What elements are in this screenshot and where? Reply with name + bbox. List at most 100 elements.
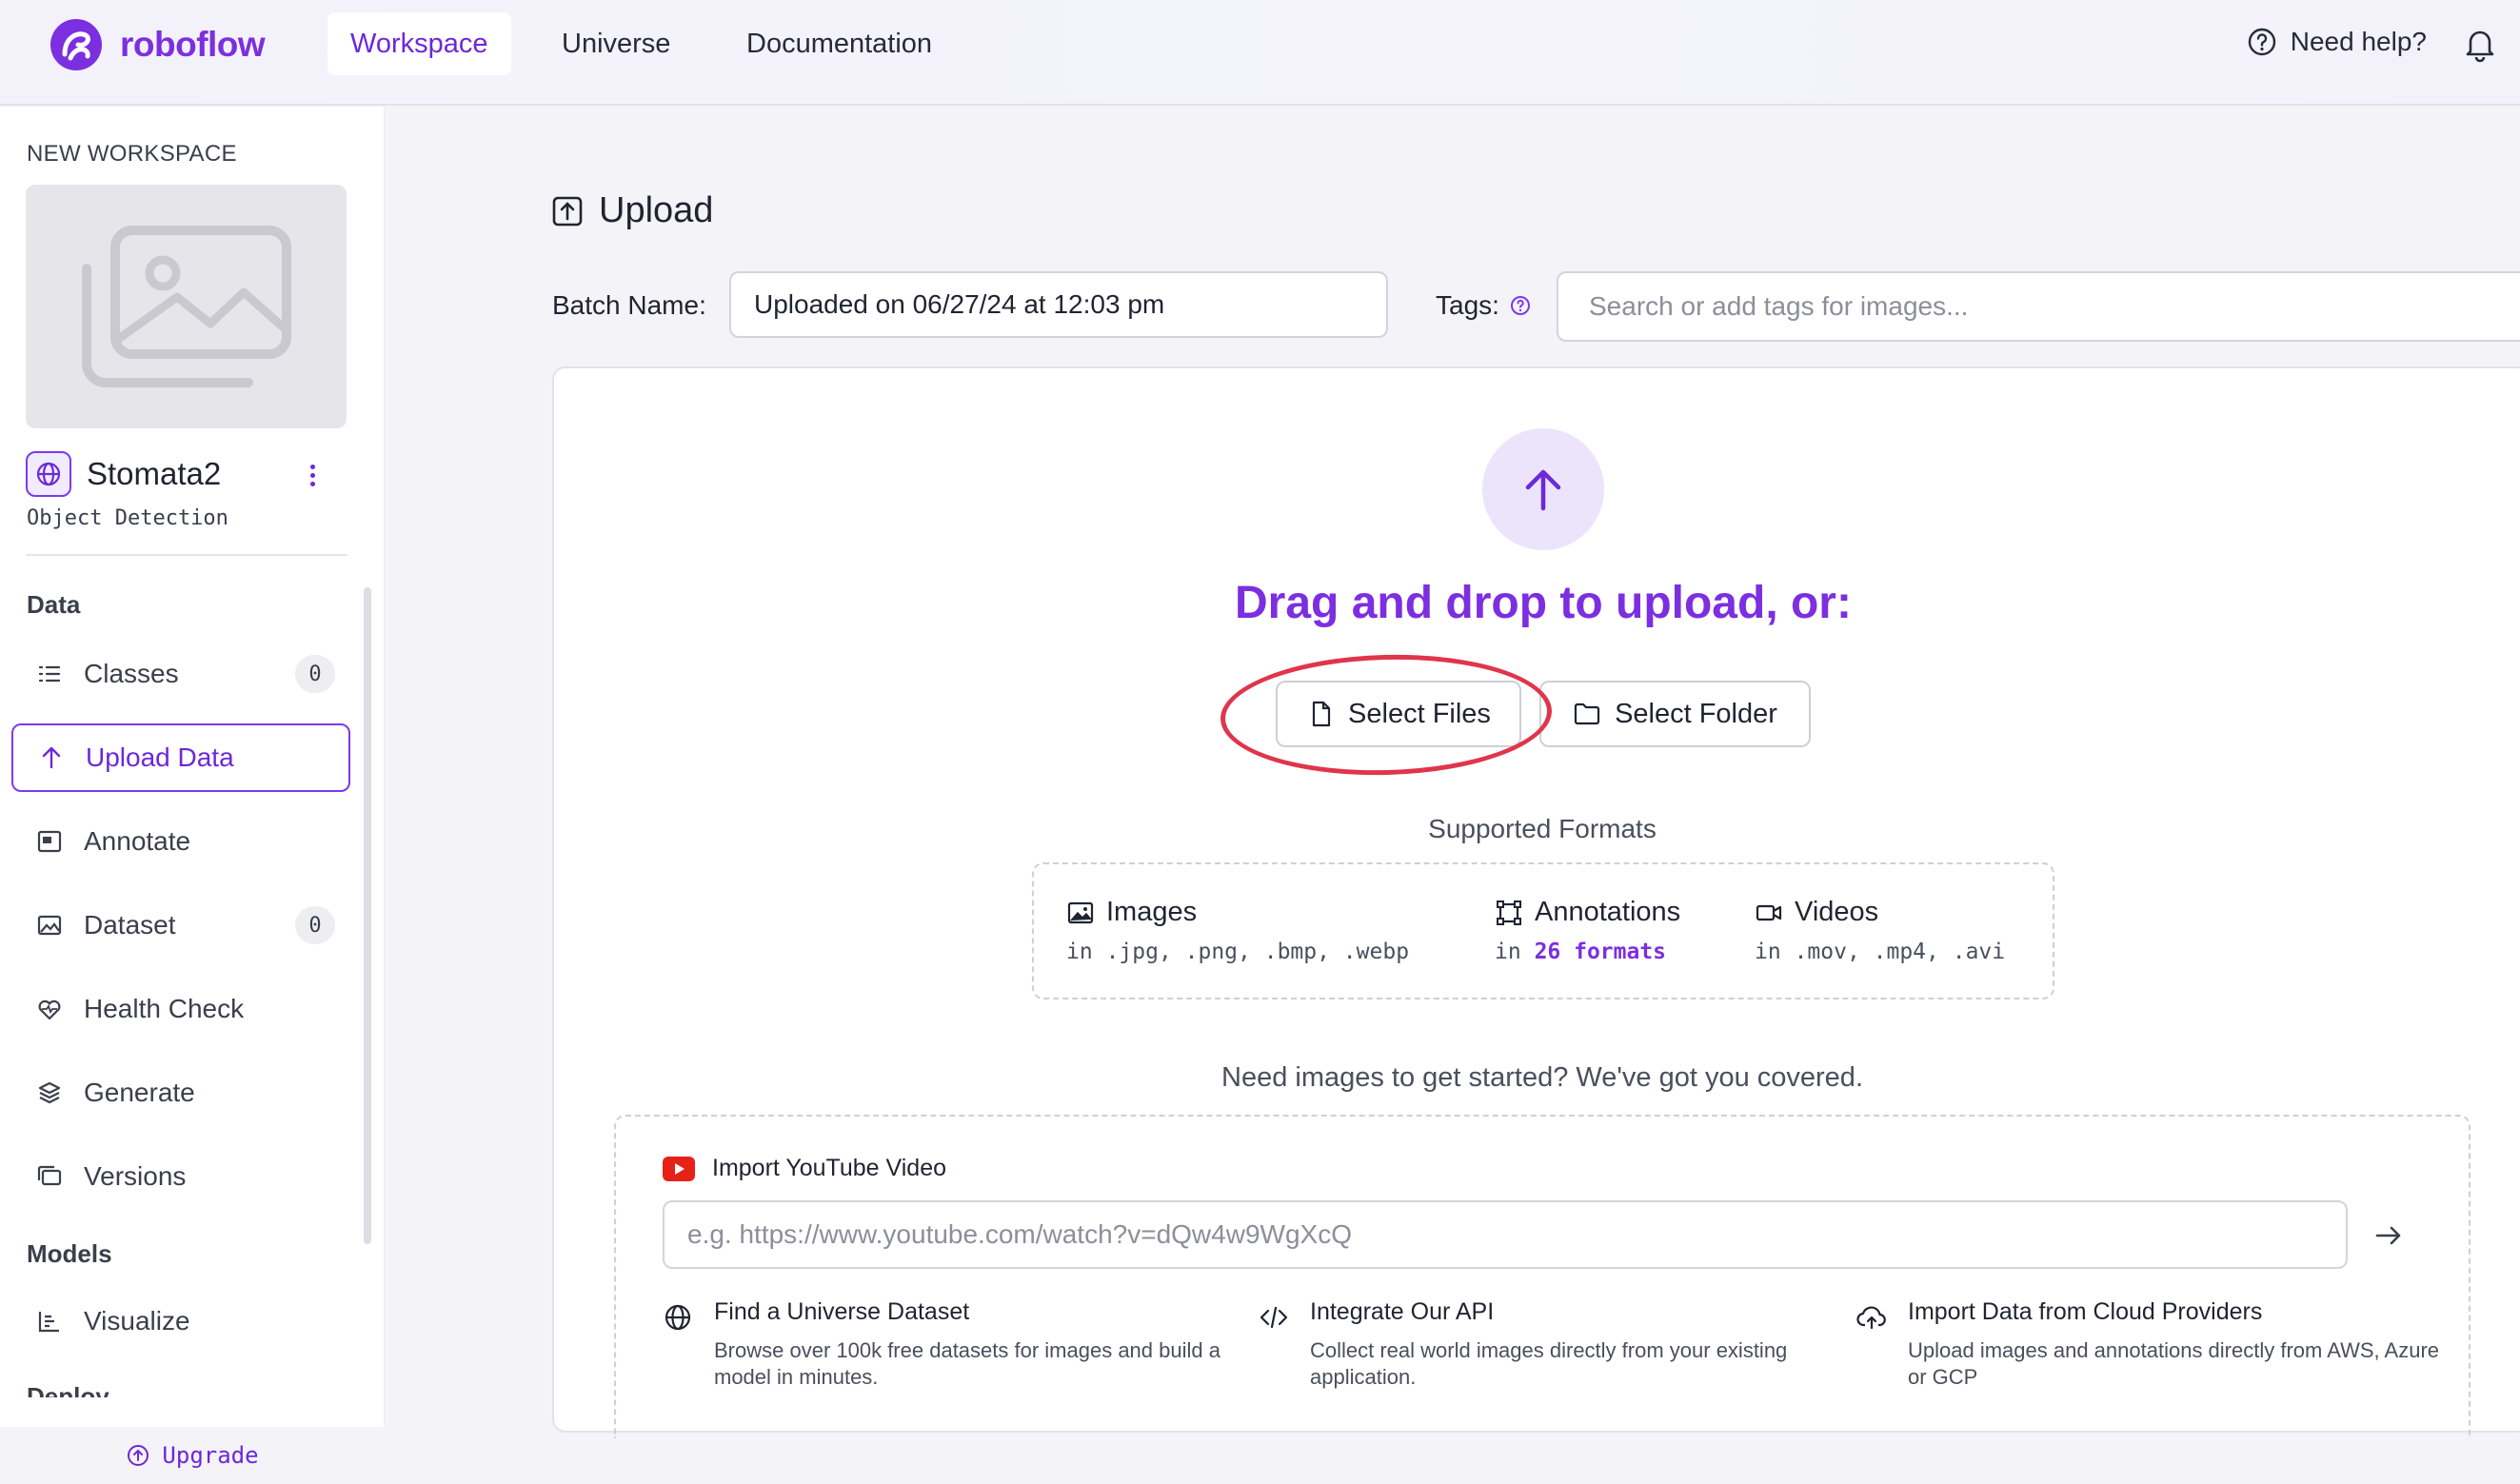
need-help-link[interactable]: Need help? — [2247, 27, 2427, 57]
select-folder-label: Select Folder — [1615, 698, 1777, 729]
format-name: Videos — [1795, 897, 1879, 927]
sidebar-item-generate[interactable]: Generate — [11, 1059, 350, 1127]
format-detail: .jpg, .png, .bmp, .webp — [1105, 940, 1410, 964]
heart-pulse-icon — [38, 999, 61, 1020]
project-header[interactable]: Stomata2 — [26, 451, 330, 497]
format-prefix: in — [1066, 940, 1093, 964]
image-placeholder-icon — [81, 226, 291, 387]
sidebar-item-dataset[interactable]: Dataset 0 — [11, 891, 350, 960]
workspace-label: NEW WORKSPACE — [27, 141, 237, 167]
page-title: Upload — [551, 190, 713, 231]
help-circle-icon — [2248, 28, 2275, 56]
roboflow-logo-icon — [50, 19, 102, 70]
upload-arrow-icon — [42, 746, 61, 769]
youtube-import-title: Import YouTube Video — [712, 1155, 947, 1181]
arrow-right-icon[interactable] — [2371, 1217, 2407, 1254]
sidebar-item-annotate[interactable]: Annotate — [11, 807, 350, 876]
format-name: Images — [1106, 897, 1198, 927]
sidebar-divider — [26, 554, 347, 556]
brand-name: roboflow — [120, 25, 266, 64]
format-prefix: in — [1755, 940, 1781, 964]
arrow-up-icon — [1525, 469, 1561, 511]
project-name: Stomata2 — [87, 456, 222, 491]
nav-tab-universe[interactable]: Universe — [539, 12, 693, 75]
option-title: Import Data from Cloud Providers — [1908, 1298, 2263, 1325]
option-description: Upload images and annotations directly f… — [1908, 1338, 2440, 1389]
sidebar-item-label: Upload Data — [86, 742, 234, 772]
chart-icon — [38, 1312, 59, 1333]
sidebar-item-label: Visualize — [84, 1306, 190, 1336]
tags-label-text: Tags: — [1436, 290, 1499, 320]
globe-icon — [665, 1304, 691, 1331]
folder-icon — [1574, 702, 1600, 725]
youtube-import-heading: Import YouTube Video — [663, 1155, 946, 1182]
layers-icon — [38, 1081, 61, 1104]
need-images-label: Need images to get started? We've got yo… — [1221, 1062, 1863, 1093]
top-nav: roboflow Workspace Universe Documentatio… — [0, 0, 2520, 106]
annotation-formats-link[interactable]: 26 formats — [1535, 940, 1666, 964]
cloud-upload-icon — [1856, 1306, 1886, 1330]
option-universe-dataset[interactable]: Find a Universe Dataset Browse over 100k… — [663, 1298, 1234, 1391]
section-heading-models: Models — [27, 1239, 112, 1268]
upload-box-icon — [552, 196, 583, 226]
project-thumbnail[interactable] — [26, 185, 347, 428]
option-title: Find a Universe Dataset — [714, 1298, 970, 1325]
annotate-icon — [37, 830, 62, 853]
format-detail: .mov, .mp4, .avi — [1794, 940, 2006, 964]
option-description: Browse over 100k free datasets for image… — [714, 1338, 1220, 1389]
format-images: Images in .jpg, .png, .bmp, .webp — [1066, 897, 1409, 964]
sidebar-item-health-check[interactable]: Health Check — [11, 975, 350, 1043]
code-icon — [1260, 1306, 1288, 1329]
nav-tab-workspace[interactable]: Workspace — [327, 12, 511, 75]
sidebar-scrollbar[interactable] — [364, 587, 371, 1244]
nav-tab-documentation[interactable]: Documentation — [724, 12, 955, 75]
section-heading-data: Data — [27, 590, 81, 619]
sidebar-item-upload-data[interactable]: Upload Data — [11, 723, 350, 792]
sidebar-item-label: Generate — [84, 1078, 195, 1107]
upgrade-label: Upgrade — [162, 1442, 259, 1469]
option-integrate-api[interactable]: Integrate Our API Collect real world ima… — [1259, 1298, 1830, 1391]
globe-icon — [26, 451, 71, 497]
sidebar-item-label: Annotate — [84, 826, 191, 856]
format-annotations: Annotations in 26 formats — [1495, 897, 1680, 964]
batch-name-input[interactable] — [729, 271, 1388, 338]
upload-circle — [1482, 428, 1604, 550]
upgrade-button[interactable]: Upgrade — [0, 1427, 385, 1484]
tags-label: Tags: — [1436, 290, 1532, 321]
section-heading-deploy: Deploy — [27, 1382, 109, 1397]
drag-drop-title: Drag and drop to upload, or: — [1235, 578, 1852, 628]
page-title-text: Upload — [599, 190, 714, 230]
question-icon[interactable] — [1509, 294, 1532, 317]
sidebar-item-label: Health Check — [84, 994, 245, 1023]
sidebar-item-label: Classes — [84, 659, 179, 688]
format-name: Annotations — [1535, 897, 1681, 927]
format-videos: Videos in .mov, .mp4, .avi — [1755, 897, 2005, 964]
count-badge: 0 — [295, 655, 335, 693]
images-icon — [37, 915, 62, 936]
project-type: Object Detection — [27, 506, 228, 530]
sidebar: NEW WORKSPACE Stomata2 Object Detection … — [0, 107, 385, 1484]
sidebar-item-versions[interactable]: Versions — [11, 1142, 350, 1211]
select-folder-button[interactable]: Select Folder — [1539, 681, 1811, 747]
upgrade-icon — [128, 1445, 149, 1466]
option-cloud-import[interactable]: Import Data from Cloud Providers Upload … — [1856, 1298, 2447, 1391]
roboflow-logo[interactable]: roboflow — [48, 16, 266, 73]
image-icon — [1067, 901, 1094, 923]
sidebar-item-label: Versions — [84, 1161, 187, 1191]
sidebar-item-classes[interactable]: Classes 0 — [11, 640, 350, 708]
youtube-url-input[interactable] — [663, 1200, 2348, 1269]
youtube-icon — [663, 1156, 695, 1181]
supported-formats-label: Supported Formats — [1428, 814, 1657, 843]
tags-search-input[interactable] — [1557, 271, 2520, 342]
project-menu-kebab-icon[interactable] — [303, 461, 322, 489]
option-title: Integrate Our API — [1310, 1298, 1495, 1325]
bell-icon[interactable] — [2461, 25, 2499, 63]
bounding-box-icon — [1497, 900, 1521, 925]
sidebar-item-visualize[interactable]: Visualize — [11, 1287, 350, 1355]
supported-formats-box: Images in .jpg, .png, .bmp, .webp Annota… — [1032, 862, 2054, 999]
count-badge: 0 — [295, 906, 335, 944]
batch-name-label: Batch Name: — [552, 290, 706, 320]
need-help-label: Need help? — [2290, 27, 2427, 56]
option-description: Collect real world images directly from … — [1310, 1338, 1788, 1389]
versions-icon — [37, 1165, 62, 1186]
